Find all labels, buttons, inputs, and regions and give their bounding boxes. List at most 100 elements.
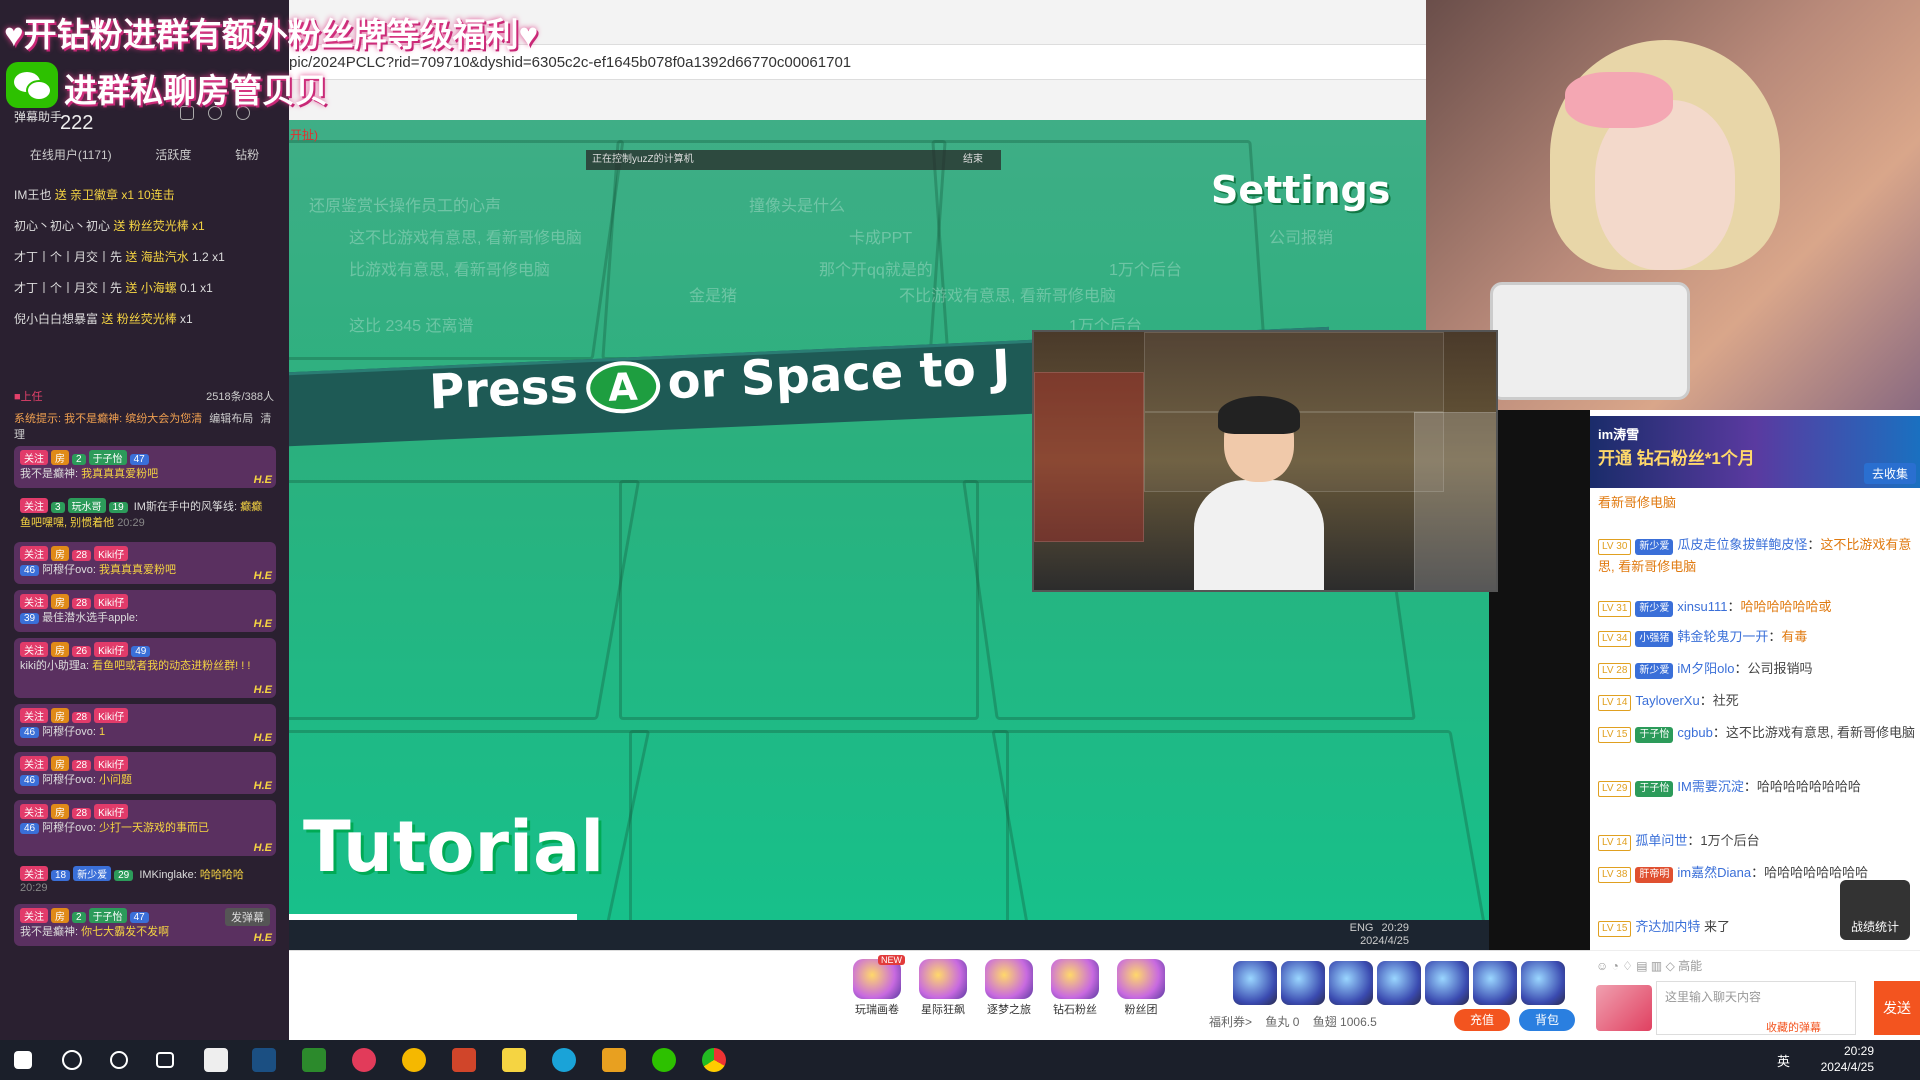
gift-item[interactable] [1521, 961, 1565, 1005]
system-notice: 系统提示: 我不是癫神: 缤纷大会为您清 编辑布局 清理 [14, 413, 272, 441]
gift-item[interactable] [1425, 961, 1469, 1005]
promo-banner-line1: ♥开钻粉进群有额外粉丝牌等级福利♥ [4, 16, 539, 53]
danmu-item[interactable]: 关注 18 新少爱 29 IMKinglake: 哈哈哈哈 20:29 [14, 862, 276, 898]
faded-danmu: 那个开qq就是的 [819, 262, 933, 279]
right-chat-panel: im涛雪 开通 钻石粉丝*1个月 去收集 看新哥修电脑 LV 30 新少爱 瓜皮走位… [1590, 410, 1920, 950]
floor-tile [619, 480, 979, 720]
app-icon[interactable] [302, 1048, 326, 1072]
faded-danmu: 公司报销 [1269, 230, 1334, 247]
chat-message[interactable]: LV 14 孤单问世：1万个后台 [1598, 830, 1916, 852]
gift-feed: IM王也 送 亲卫徽章 x1 10连击 初心丶初心丶初心 送 粉丝荧光棒 x1 … [0, 184, 289, 339]
danmu-item[interactable]: 关注 3 玩水哥 19 IM斯在手中的风筝线: 癫癫鱼吧嘿嘿, 别惯着他 20:29 [14, 494, 276, 536]
battle-report-button[interactable]: 战绩统计 [1840, 880, 1910, 940]
tab-diamond-fans[interactable]: 钻粉 [235, 146, 259, 163]
faded-danmu: 卡成PPT [849, 230, 913, 247]
app-icon[interactable] [352, 1048, 376, 1072]
app-icon[interactable] [552, 1048, 576, 1072]
chat-message[interactable]: LV 34 小强猪 韩金轮鬼刀一开：有毒 [1598, 626, 1916, 648]
edit-layout-button[interactable]: 编辑布局 [209, 413, 253, 425]
floor-tile [991, 730, 1487, 920]
chat-line: 看新哥修电脑 [1598, 495, 1677, 510]
danmu-item[interactable]: 关注房 28 Kiki仔 46 阿穆仔ovo: 少打一天游戏的事而已 H.E [14, 800, 276, 856]
floor-tile [629, 730, 1009, 920]
gift-item[interactable]: 粉丝团 [1111, 959, 1171, 1029]
send-button[interactable]: 发送 [1874, 981, 1920, 1035]
chat-message[interactable]: LV 30 新少爱 瓜皮走位象拔鲜鲍皮怪：这不比游戏有意思, 看新哥修电脑 [1598, 534, 1916, 578]
chat-message[interactable]: LV 31 新少爱 xinsu111：哈哈哈哈哈哈或 [1598, 596, 1916, 618]
chat-stats-row: ■上任 2518条/388人 [14, 391, 274, 403]
promo-banner-line2: 进群私聊房管贝贝 [64, 72, 328, 109]
windows-start-icon[interactable] [14, 1051, 32, 1069]
windows-taskbar: 英 20:29 2024/4/25 [0, 1040, 1920, 1080]
pig-mask [1565, 72, 1673, 128]
guest-camera [1032, 330, 1498, 592]
gift-item[interactable] [1473, 961, 1517, 1005]
guest-person [1194, 396, 1324, 590]
gift-item[interactable]: 星际狂飙 [913, 959, 973, 1029]
faded-danmu: 1万个后台 [1109, 262, 1182, 279]
gift-item[interactable]: NEW 玩瑞画卷 [847, 955, 907, 1029]
danmu-item[interactable]: 关注房 28 Kiki仔 46 阿穆仔ovo: 我真真真爱粉吧 H.E [14, 542, 276, 584]
app-icon[interactable] [502, 1048, 526, 1072]
app-icon[interactable] [204, 1048, 228, 1072]
panel-tabs: 在线用户(1171) 活跃度 钻粉 [0, 140, 289, 169]
danmu-item[interactable]: 关注房 26 Kiki仔 49 kiki的小助理a: 看鱼吧或者我的动态进粉丝群! !… [14, 638, 276, 698]
danmu-item[interactable]: 关注房 28 Kiki仔 46 阿穆仔ovo: 1 H.E [14, 704, 276, 746]
task-view-icon[interactable] [156, 1052, 174, 1068]
danmu-item[interactable]: 关注房 2 于子怡 47 发弹幕 我不是癫神: 你七大霸发不发啊 H.E [14, 904, 276, 946]
chat-message[interactable]: LV 15 于子怡 cgbub：这不比游戏有意思, 看新哥修电脑 [1598, 722, 1916, 744]
cortana-icon[interactable] [110, 1051, 128, 1069]
gift-entry: 才丁丨个丨月交丨先 送 海盐汽水 1.2 x1 [14, 250, 225, 264]
red-note: 开扯) [290, 128, 318, 142]
remote-clock: ENG 20:29 2024/4/25 [1349, 922, 1409, 947]
backpack-button[interactable]: 背包 [1519, 1009, 1575, 1031]
floor-tile [289, 480, 641, 720]
promo-card[interactable]: im涛雪 开通 钻石粉丝*1个月 去收集 [1590, 416, 1920, 488]
settings-label[interactable]: Settings [1211, 168, 1390, 212]
tab-online-users[interactable]: 在线用户(1171) [30, 146, 112, 163]
steam-icon[interactable] [252, 1048, 276, 1072]
tutorial-label[interactable]: Tutorial [303, 806, 604, 888]
danmu-item[interactable]: 关注房 28 Kiki仔 46 阿穆仔ovo: 小问题 H.E [14, 752, 276, 794]
gift-entry: 初心丶初心丶初心 送 粉丝荧光棒 x1 [14, 219, 205, 233]
gift-item[interactable]: 逐梦之旅 [979, 959, 1039, 1029]
system-clock[interactable]: 20:29 2024/4/25 [1821, 1043, 1874, 1075]
floor-tile [601, 140, 947, 360]
faded-danmu: 比游戏有意思, 看新哥修电脑 [349, 262, 550, 279]
tab-activity[interactable]: 活跃度 [155, 146, 191, 163]
danmu-count: 222 [60, 112, 94, 134]
recharge-button[interactable]: 充值 [1454, 1009, 1510, 1031]
app-icon[interactable] [402, 1048, 426, 1072]
wechat-taskbar-icon[interactable] [652, 1048, 676, 1072]
faded-danmu: 撞像头是什么 [749, 198, 846, 215]
chat-input[interactable]: 这里输入聊天内容 [1656, 981, 1856, 1035]
chat-message[interactable]: LV 29 于子怡 IM需要沉淀：哈哈哈哈哈哈哈哈 [1598, 776, 1916, 798]
gift-item[interactable] [1281, 961, 1325, 1005]
toolbar-icons: ☺ ◔ ♢ ▤ ▥ ◇ 高能 [1596, 959, 1703, 973]
gift-entry: 倪小白白想暴富 送 粉丝荧光棒 x1 [14, 312, 193, 326]
avatar[interactable] [1596, 985, 1652, 1031]
faded-danmu: 还原鉴赏长操作员工的心声 [309, 198, 502, 215]
danmu-assistant-label: 弹幕助手 [14, 110, 63, 124]
danmu-item[interactable]: 关注房 2 于子怡 47 我不是癫神: 我真真真爱粉吧 H.E [14, 446, 276, 488]
collect-button[interactable]: 去收集 [1863, 463, 1916, 484]
faded-danmu: 金是猪 [689, 288, 738, 305]
gift-item[interactable] [1233, 961, 1277, 1005]
danmu-item[interactable]: 关注房 28 Kiki仔 39 最佳潜水选手apple: H.E [14, 590, 276, 632]
welfare-link[interactable]: 福利券> [1209, 1015, 1252, 1029]
search-icon[interactable] [62, 1050, 82, 1070]
chat-message[interactable]: LV 28 新少爱 iM夕阳olo：公司报销吗 [1598, 658, 1916, 680]
chrome-icon[interactable] [702, 1048, 726, 1072]
app-icon[interactable] [452, 1048, 476, 1072]
left-chat-panel: 弹幕助手 222 在线用户(1171) 活跃度 钻粉 IM王也 送 亲卫徽章 x… [0, 0, 289, 1040]
gift-item[interactable] [1329, 961, 1373, 1005]
faded-danmu: 这比 2345 还离谱 [349, 318, 474, 335]
chat-message[interactable]: LV 14 TayloverXu：社死 [1598, 690, 1916, 712]
end-remote-button[interactable]: 结束 [963, 150, 983, 170]
gift-item[interactable] [1377, 961, 1421, 1005]
ime-indicator[interactable]: 英 [1777, 1051, 1790, 1070]
app-icon[interactable] [602, 1048, 626, 1072]
gift-item[interactable]: 钻石粉丝 [1045, 959, 1105, 1029]
send-danmu-button[interactable]: 发弹幕 [225, 908, 270, 926]
collected-danmu-link[interactable]: 收藏的弹幕 [1766, 1019, 1821, 1035]
